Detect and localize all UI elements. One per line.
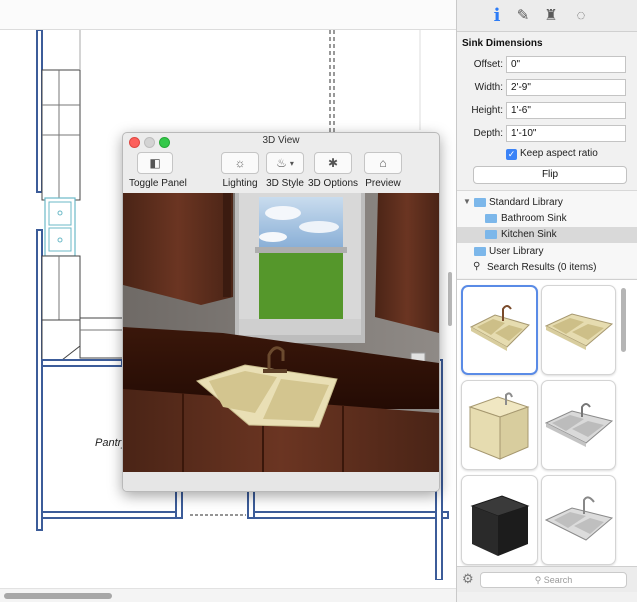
flip-button[interactable]: Flip	[473, 166, 627, 184]
tree-label: Standard Library	[489, 197, 563, 208]
tree-label: Kitchen Sink	[501, 229, 557, 240]
search-placeholder: Search	[543, 575, 573, 585]
sink-icon	[468, 392, 530, 460]
sink-thumbnail-steel-faucet[interactable]	[541, 475, 616, 565]
3d-options-label: 3D Options	[307, 178, 359, 189]
3d-style-button[interactable]: ♨ ▾	[266, 152, 304, 174]
lighting-button[interactable]: ☼	[221, 152, 259, 174]
preview-label: Preview	[365, 178, 401, 189]
depth-label: Depth:	[473, 128, 503, 139]
folder-icon	[474, 198, 486, 207]
window-footer	[123, 472, 439, 491]
keep-aspect-label: Keep aspect ratio	[520, 148, 598, 159]
sink-thumbnail-steel-double[interactable]	[541, 380, 616, 470]
wall-left-upper	[36, 30, 43, 193]
toggle-panel-label: Toggle Panel	[129, 178, 187, 189]
sink-icon	[469, 305, 530, 351]
wall-stub-1	[175, 487, 183, 519]
tree-item-search-results[interactable]: ⚲ Search Results (0 items)	[457, 260, 637, 276]
wall-interior-horizontal	[41, 359, 123, 367]
keep-aspect-checkbox[interactable]: ✓	[506, 149, 517, 160]
width-field[interactable]: 2'-9"	[506, 79, 626, 96]
library-tree: ▼ Standard Library Bathroom Sink Kitchen…	[457, 190, 637, 278]
tree-label: User Library	[489, 246, 544, 257]
upper-cabinet-right	[375, 193, 439, 333]
canvas-vertical-scrollbar[interactable]	[448, 272, 452, 326]
chevron-down-icon: ▾	[289, 158, 294, 168]
sink-icon	[470, 495, 530, 556]
magnifier-icon: ⚲	[473, 261, 481, 272]
tree-item-standard-library[interactable]: ▼ Standard Library	[457, 195, 637, 211]
tree-label: Bathroom Sink	[501, 213, 567, 224]
sink-icon	[544, 403, 614, 447]
3d-style-label: 3D Style	[266, 178, 304, 189]
sink-thumbnail-grid	[457, 279, 637, 566]
canvas-horizontal-scrollbar[interactable]	[0, 588, 456, 602]
wall-stub-2	[247, 487, 255, 519]
sink-icon	[544, 313, 614, 350]
disclosure-triangle-icon[interactable]: ▼	[463, 197, 471, 206]
inspector-panel: i ✎ ♜ ◌ Sink Dimensions Offset: 0" Width…	[456, 0, 637, 602]
folder-icon	[485, 214, 497, 223]
inspector-tab-bar: i ✎ ♜ ◌	[457, 0, 637, 32]
thumbnail-scrollbar[interactable]	[621, 288, 626, 352]
offset-label: Offset:	[473, 59, 503, 70]
house-icon: ⌂	[379, 156, 387, 170]
tree-item-user-library[interactable]: User Library	[457, 244, 637, 260]
tree-label: Search Results (0 items)	[487, 262, 597, 273]
tree-item-bathroom-sink[interactable]: Bathroom Sink	[457, 211, 637, 227]
wall-left-lower	[36, 229, 43, 531]
sidebar-toggle-icon: ◧	[149, 156, 161, 170]
sink-thumbnail-double-bowl[interactable]	[541, 285, 616, 375]
app-window: Pantry 3D View ◧ Toggle Panel ☼ Lighting…	[0, 0, 637, 602]
info-icon[interactable]: i	[487, 4, 507, 26]
paintbrush-icon: ♨	[276, 156, 287, 170]
lightbulb-icon: ☼	[234, 156, 246, 170]
preview-button[interactable]: ⌂	[364, 152, 402, 174]
upper-cabinet-left	[123, 193, 233, 305]
wall-bottom-left	[41, 511, 183, 519]
counter-return	[79, 317, 124, 359]
lighting-label: Lighting	[222, 178, 258, 189]
depth-field[interactable]: 1'-10"	[506, 125, 626, 142]
horizontal-scroll-thumb[interactable]	[4, 593, 112, 599]
window-title: 3D View	[262, 135, 300, 146]
height-label: Height:	[471, 105, 503, 116]
toggle-panel-button[interactable]: ◧	[137, 152, 173, 174]
width-label: Width:	[474, 82, 503, 93]
3d-options-button[interactable]: ✱	[314, 152, 352, 174]
wall-bottom-right	[247, 511, 449, 519]
3d-view-window[interactable]: 3D View ◧ Toggle Panel ☼ Lighting ♨ ▾ 3D…	[122, 132, 440, 492]
sink-thumbnail-black[interactable]	[461, 475, 538, 565]
sink-thumbnail-single-deep[interactable]	[461, 380, 538, 470]
sink-thumbnail-double-bowl-faucet[interactable]	[461, 285, 538, 375]
mouse-icon[interactable]: ◌	[571, 4, 591, 26]
paint-brush-icon[interactable]: ✎	[513, 4, 533, 26]
offset-field[interactable]: 0"	[506, 56, 626, 73]
height-field[interactable]: 1'-6"	[506, 102, 626, 119]
chair-icon[interactable]: ♜	[541, 4, 561, 26]
folder-icon	[485, 230, 497, 239]
gear-icon[interactable]: ⚙	[462, 571, 474, 587]
canvas-top-bar	[0, 0, 456, 30]
tree-item-kitchen-sink[interactable]: Kitchen Sink	[457, 227, 637, 243]
search-icon: ⚲	[534, 575, 544, 585]
section-title: Sink Dimensions	[462, 38, 543, 49]
folder-icon	[474, 247, 486, 256]
search-input[interactable]: ⚲ Search	[480, 572, 627, 588]
inspector-bottom-bar: ⚙ ⚲ Search	[457, 566, 637, 592]
gear-icon: ✱	[327, 156, 339, 170]
3d-render-viewport[interactable]	[123, 193, 439, 472]
sink-icon	[544, 496, 614, 541]
